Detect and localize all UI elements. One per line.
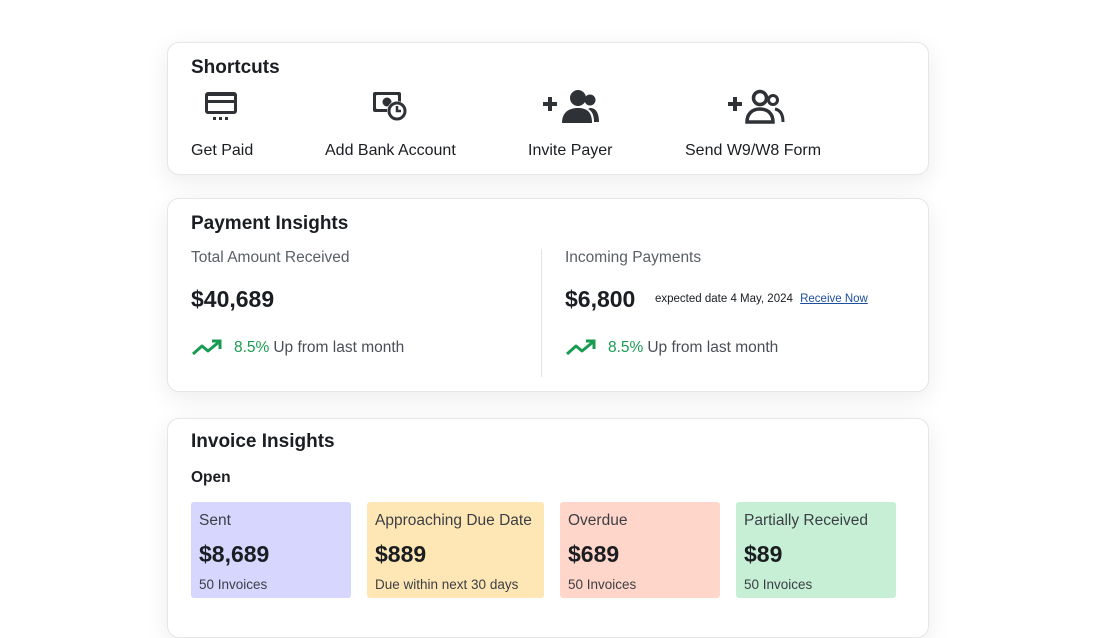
total-received-section: Total Amount Received $40,689 8.5% Up fr… (191, 249, 521, 379)
incoming-payments-label: Incoming Payments (565, 249, 702, 266)
approaching-due-date-tile[interactable]: Approaching Due Date $889 Due within nex… (367, 502, 544, 598)
trend-percent: 8.5% (608, 339, 644, 356)
expected-date-text: expected date 4 May, 2024 Receive Now (655, 293, 868, 305)
tile-amount: $8,689 (199, 541, 270, 567)
open-section-label: Open (191, 469, 231, 486)
tile-title: Partially Received (744, 512, 869, 529)
tile-subtext: 50 Invoices (744, 577, 813, 592)
shortcuts-card: Shortcuts Get Paid Add Bank Account Invi… (167, 42, 929, 175)
send-w9-w8-form-shortcut[interactable]: Send W9/W8 Form (685, 87, 830, 165)
incoming-payments-trend: 8.5% Up from last month (565, 339, 778, 357)
add-bank-account-shortcut[interactable]: Add Bank Account (325, 87, 465, 165)
tile-amount: $89 (744, 541, 783, 567)
total-received-label: Total Amount Received (191, 249, 350, 266)
tile-title: Sent (199, 512, 231, 529)
overdue-tile[interactable]: Overdue $689 50 Invoices (560, 502, 720, 598)
incoming-payments-amount: $6,800 (565, 286, 636, 312)
total-received-trend: 8.5% Up from last month (191, 339, 404, 357)
tile-amount: $889 (375, 541, 427, 567)
invoice-insights-card: Invoice Insights Open Sent $8,689 50 Inv… (167, 418, 929, 638)
tile-title: Approaching Due Date (375, 512, 532, 529)
add-users-icon (542, 89, 600, 130)
bank-clock-icon (371, 89, 411, 130)
sent-tile[interactable]: Sent $8,689 50 Invoices (191, 502, 351, 598)
trend-text: Up from last month (647, 339, 779, 356)
tile-amount: $689 (568, 541, 620, 567)
invoice-insights-title: Invoice Insights (191, 431, 335, 452)
credit-card-icon (204, 89, 238, 128)
incoming-payments-section: Incoming Payments $6,800 expected date 4… (565, 249, 905, 379)
total-received-amount: $40,689 (191, 286, 275, 312)
payment-insights-title: Payment Insights (191, 213, 349, 234)
trend-up-icon (192, 339, 222, 356)
trend-percent: 8.5% (234, 339, 270, 356)
get-paid-shortcut[interactable]: Get Paid (191, 87, 261, 165)
column-divider (541, 249, 542, 377)
tile-title: Overdue (568, 512, 628, 529)
tile-subtext: 50 Invoices (568, 577, 637, 592)
payment-insights-card: Payment Insights Total Amount Received $… (167, 198, 929, 392)
expected-date: expected date 4 May, 2024 (655, 293, 793, 305)
tile-subtext: Due within next 30 days (375, 577, 519, 592)
trend-text: Up from last month (273, 339, 405, 356)
add-users-outline-icon (727, 89, 785, 130)
partially-received-tile[interactable]: Partially Received $89 50 Invoices (736, 502, 896, 598)
send-w9-w8-form-label: Send W9/W8 Form (685, 142, 822, 159)
add-bank-account-label: Add Bank Account (325, 142, 456, 159)
invite-payer-label: Invite Payer (528, 142, 613, 159)
shortcuts-title: Shortcuts (191, 57, 280, 78)
tile-subtext: 50 Invoices (199, 577, 268, 592)
receive-now-link[interactable]: Receive Now (800, 293, 868, 305)
trend-up-icon (566, 339, 596, 356)
get-paid-label: Get Paid (191, 142, 254, 159)
invite-payer-shortcut[interactable]: Invite Payer (528, 87, 618, 165)
